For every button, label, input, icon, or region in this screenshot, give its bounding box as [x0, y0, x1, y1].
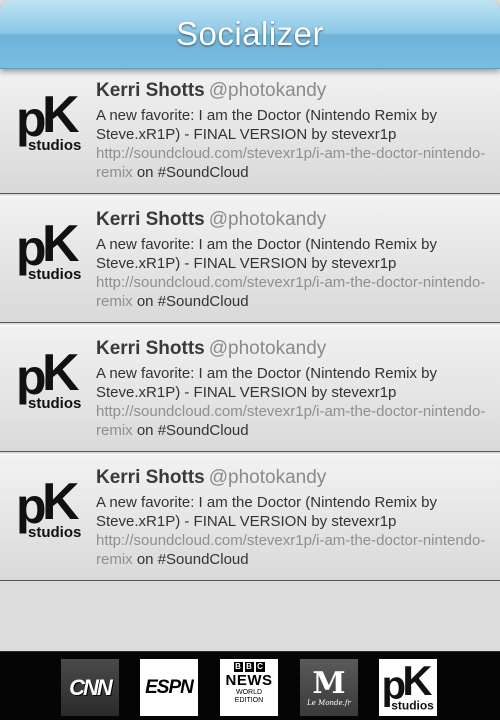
pk-studios-avatar-icon[interactable]: pKstudios — [14, 346, 84, 416]
tab-espn[interactable]: ESPN — [140, 659, 198, 716]
svg-text:K: K — [42, 88, 80, 144]
svg-text:K: K — [42, 346, 80, 402]
bbc-world-label: WORLD — [235, 689, 263, 696]
bbc-news-label: NEWS — [225, 672, 273, 689]
tweet-suffix: on #SoundCloud — [132, 164, 249, 181]
author-name[interactable]: Kerri Shotts — [96, 467, 205, 488]
author-handle[interactable]: @photokandy — [209, 467, 327, 488]
tweet-row[interactable]: pKstudios Kerri Shotts@photokandy A new fa… — [0, 196, 500, 323]
tweet-row[interactable]: pKstudios Kerri Shotts@photokandy A new fa… — [0, 325, 500, 452]
author-handle[interactable]: @photokandy — [209, 209, 327, 230]
app-title: Socializer — [175, 15, 325, 52]
tab-cnn[interactable]: CNN — [61, 659, 119, 716]
tweet-message: A new favorite: I am the Doctor (Nintend… — [96, 365, 437, 401]
tab-pk-studios[interactable]: p K studios — [379, 659, 437, 716]
tweet-body: Kerri Shotts@photokandy A new favorite: I… — [96, 466, 491, 569]
tweet-text: A new favorite: I am the Doctor (Nintend… — [96, 364, 491, 440]
le-monde-logo-icon: M — [312, 665, 346, 701]
tweet-body: Kerri Shotts@photokandy A new favorite: I… — [96, 208, 491, 311]
pk-studios-avatar-icon[interactable]: pKstudios — [14, 217, 84, 287]
tweet-suffix: on #SoundCloud — [132, 551, 249, 568]
tweet-body: Kerri Shotts@photokandy A new favorite: I… — [96, 79, 491, 182]
svg-text:studios: studios — [391, 698, 434, 712]
app-header: Socializer — [0, 0, 500, 69]
bbc-letter: B — [233, 662, 243, 672]
tweet-row[interactable]: pKstudios Kerri Shotts@photokandy A new fa… — [0, 67, 500, 194]
tweet-text: A new favorite: I am the Doctor (Nintend… — [96, 106, 491, 182]
tweet-header: Kerri Shotts @photokandy — [96, 466, 491, 490]
pk-studios-avatar-icon[interactable]: pKstudios — [14, 88, 84, 158]
bbc-letter: B — [244, 662, 254, 672]
tweet-message: A new favorite: I am the Doctor (Nintend… — [96, 107, 437, 143]
tweet-message: A new favorite: I am the Doctor (Nintend… — [96, 494, 437, 530]
tweet-header: Kerri Shotts @photokandy — [96, 79, 491, 103]
author-handle[interactable]: @photokandy — [209, 80, 327, 101]
svg-text:studios: studios — [28, 395, 81, 412]
pk-studios-logo-icon: p K studios — [382, 660, 435, 713]
tweet-message: A new favorite: I am the Doctor (Nintend… — [96, 236, 437, 272]
svg-text:K: K — [42, 217, 80, 273]
tweet-header: Kerri Shotts @photokandy — [96, 208, 491, 232]
bbc-letter: C — [255, 662, 265, 672]
tweet-suffix: on #SoundCloud — [132, 422, 249, 439]
author-handle[interactable]: @photokandy — [209, 338, 327, 359]
tweet-text: A new favorite: I am the Doctor (Nintend… — [96, 493, 491, 569]
author-name[interactable]: Kerri Shotts — [96, 80, 205, 101]
tweet-header: Kerri Shotts @photokandy — [96, 337, 491, 361]
author-name[interactable]: Kerri Shotts — [96, 209, 205, 230]
le-monde-label: Le Monde.fr — [307, 698, 351, 707]
pk-studios-avatar-icon[interactable]: pKstudios — [14, 475, 84, 545]
espn-logo-icon: ESPN — [145, 676, 194, 698]
bbc-edition-label: EDITION — [234, 697, 264, 704]
tab-bbc-news[interactable]: B B C NEWS WORLD EDITION — [220, 659, 278, 716]
source-tab-bar: CNN ESPN B B C NEWS WORLD EDITION M Le M… — [0, 651, 500, 720]
tweet-text: A new favorite: I am the Doctor (Nintend… — [96, 235, 491, 311]
svg-text:studios: studios — [28, 137, 81, 154]
svg-text:K: K — [42, 475, 80, 531]
svg-text:studios: studios — [28, 266, 81, 283]
tab-le-monde[interactable]: M Le Monde.fr — [300, 659, 358, 716]
author-name[interactable]: Kerri Shotts — [96, 338, 205, 359]
tweet-body: Kerri Shotts@photokandy A new favorite: I… — [96, 337, 491, 440]
tweet-row[interactable]: pKstudios Kerri Shotts@photokandy A new fa… — [0, 454, 500, 581]
tweet-feed[interactable]: p Kstudios Kerri Shotts @photokandy A new fa… — [0, 38, 500, 651]
bbc-logo-icon: B B C — [233, 662, 265, 672]
cnn-logo-icon: CNN — [69, 674, 113, 700]
tweet-suffix: on #SoundCloud — [132, 293, 249, 310]
svg-text:studios: studios — [28, 524, 81, 541]
svg-text:K: K — [402, 660, 432, 704]
